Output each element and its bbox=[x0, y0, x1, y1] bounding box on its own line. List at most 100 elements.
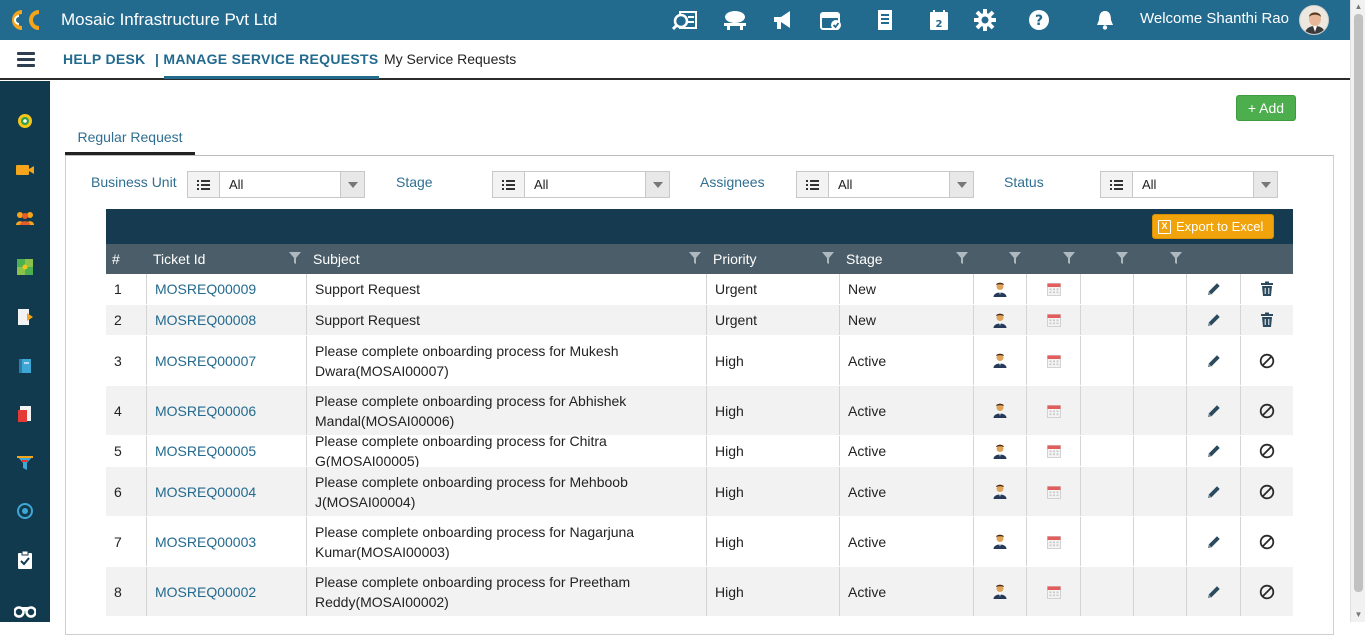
ticket-text[interactable]: MOSREQ00008 bbox=[155, 312, 256, 328]
assignee-icon[interactable] bbox=[993, 534, 1007, 549]
ticket-text[interactable]: MOSREQ00007 bbox=[155, 353, 256, 369]
cell-action[interactable] bbox=[1187, 336, 1241, 385]
avatar[interactable] bbox=[1299, 5, 1329, 35]
cell-action[interactable] bbox=[974, 517, 1027, 566]
cell-action[interactable] bbox=[974, 467, 1027, 516]
assignee-icon[interactable] bbox=[993, 353, 1007, 368]
delete-icon[interactable] bbox=[1260, 281, 1274, 297]
table-row[interactable]: 7 MOSREQ00003 Please complete onboarding p… bbox=[106, 517, 1293, 567]
cell-action[interactable] bbox=[1241, 467, 1293, 516]
chevron-down-icon[interactable] bbox=[1253, 172, 1277, 197]
target-icon[interactable] bbox=[14, 500, 36, 522]
cell-action[interactable] bbox=[974, 336, 1027, 385]
breadcrumb-my-service-requests[interactable]: My Service Requests bbox=[384, 51, 516, 67]
chevron-down-icon[interactable] bbox=[949, 172, 973, 197]
edit-icon[interactable] bbox=[1206, 312, 1222, 328]
edit-icon[interactable] bbox=[1206, 534, 1222, 550]
company-logo[interactable] bbox=[6, 7, 44, 33]
calendar-icon[interactable] bbox=[1046, 354, 1061, 368]
scroll-down-arrow-icon[interactable]: ▼ bbox=[1354, 611, 1363, 619]
calendar-icon[interactable] bbox=[1046, 485, 1061, 499]
cancel-icon[interactable] bbox=[1259, 353, 1275, 369]
page-scrollbar[interactable]: ▲ ▼ bbox=[1350, 0, 1365, 622]
stage-select[interactable]: All bbox=[492, 171, 670, 198]
table-row[interactable]: 5 MOSREQ00005 Please complete onboarding p… bbox=[106, 433, 1293, 469]
cell-action[interactable] bbox=[1241, 336, 1293, 385]
cell-action[interactable] bbox=[1027, 336, 1081, 385]
cell-action[interactable] bbox=[974, 567, 1027, 616]
add-button[interactable]: + Add bbox=[1236, 95, 1296, 121]
report-icon[interactable] bbox=[14, 403, 36, 425]
column-header-ticket-id[interactable]: Ticket Id bbox=[153, 244, 205, 274]
cell-action[interactable] bbox=[1027, 517, 1081, 566]
cell-action[interactable] bbox=[974, 436, 1027, 466]
assignee-icon[interactable] bbox=[993, 444, 1007, 459]
binoculars-icon[interactable] bbox=[14, 599, 36, 621]
export-to-excel-button[interactable]: X Export to Excel bbox=[1152, 214, 1274, 239]
chevron-down-icon[interactable] bbox=[645, 172, 669, 197]
table-row[interactable]: 8 MOSREQ00002 Please complete onboarding p… bbox=[106, 567, 1293, 617]
cell-action[interactable] bbox=[1027, 467, 1081, 516]
cell-ticket[interactable]: MOSREQ00009 bbox=[147, 274, 307, 304]
cell-action[interactable] bbox=[1187, 467, 1241, 516]
cell-ticket[interactable]: MOSREQ00004 bbox=[147, 467, 307, 516]
assignees-select[interactable]: All bbox=[796, 171, 974, 198]
cell-action[interactable] bbox=[1027, 567, 1081, 616]
cell-action[interactable] bbox=[974, 386, 1027, 435]
filter-icon[interactable] bbox=[1009, 252, 1021, 264]
cell-action[interactable] bbox=[1241, 305, 1293, 335]
cell-action[interactable] bbox=[1187, 517, 1241, 566]
cell-action[interactable] bbox=[1027, 386, 1081, 435]
chevron-down-icon[interactable] bbox=[340, 172, 364, 197]
filter-icon[interactable] bbox=[822, 252, 834, 264]
cancel-icon[interactable] bbox=[1259, 403, 1275, 419]
filter-icon[interactable] bbox=[689, 252, 701, 264]
calendar-icon[interactable]: 2 bbox=[924, 6, 954, 34]
edit-icon[interactable] bbox=[1206, 353, 1222, 369]
announcement-icon[interactable] bbox=[768, 6, 798, 34]
assignee-icon[interactable] bbox=[993, 313, 1007, 328]
calendar-icon[interactable] bbox=[1046, 535, 1061, 549]
assignee-icon[interactable] bbox=[993, 484, 1007, 499]
help-icon[interactable]: ? bbox=[1024, 6, 1054, 34]
filter-icon[interactable] bbox=[1170, 252, 1182, 264]
search-report-icon[interactable] bbox=[670, 6, 700, 34]
cell-action[interactable] bbox=[1027, 274, 1081, 304]
cancel-icon[interactable] bbox=[1259, 484, 1275, 500]
cell-action[interactable] bbox=[1241, 274, 1293, 304]
cell-action[interactable] bbox=[974, 305, 1027, 335]
filter-icon[interactable] bbox=[956, 252, 968, 264]
cell-ticket[interactable]: MOSREQ00007 bbox=[147, 336, 307, 385]
cell-ticket[interactable]: MOSREQ00005 bbox=[147, 436, 307, 466]
bell-icon[interactable] bbox=[1090, 6, 1120, 34]
scroll-thumb[interactable] bbox=[1354, 14, 1363, 592]
clipboard-icon[interactable] bbox=[14, 549, 36, 571]
filter-icon[interactable] bbox=[1063, 252, 1075, 264]
ticket-text[interactable]: MOSREQ00006 bbox=[155, 403, 256, 419]
funnel-icon[interactable] bbox=[14, 452, 36, 474]
cancel-icon[interactable] bbox=[1259, 443, 1275, 459]
table-row[interactable]: 1 MOSREQ00009 Support Request Urgent New bbox=[106, 274, 1293, 305]
cell-ticket[interactable]: MOSREQ00003 bbox=[147, 517, 307, 566]
book-icon[interactable] bbox=[14, 355, 36, 377]
cell-ticket[interactable]: MOSREQ00008 bbox=[147, 305, 307, 335]
cell-action[interactable] bbox=[1241, 567, 1293, 616]
edit-icon[interactable] bbox=[1206, 281, 1222, 297]
edit-icon[interactable] bbox=[1206, 443, 1222, 459]
hamburger-menu-icon[interactable] bbox=[17, 52, 35, 68]
ticket-text[interactable]: MOSREQ00003 bbox=[155, 534, 256, 550]
calendar-icon[interactable] bbox=[1046, 404, 1061, 418]
cell-action[interactable] bbox=[974, 274, 1027, 304]
ticket-text[interactable]: MOSREQ00005 bbox=[155, 443, 256, 459]
feedback-icon[interactable] bbox=[720, 6, 750, 34]
status-select[interactable]: All bbox=[1100, 171, 1278, 198]
column-header-priority[interactable]: Priority bbox=[713, 244, 757, 274]
column-header-subject[interactable]: Subject bbox=[313, 244, 360, 274]
tab-regular-request[interactable]: Regular Request bbox=[65, 124, 195, 155]
filter-icon[interactable] bbox=[289, 252, 301, 264]
puzzle-icon[interactable] bbox=[14, 256, 36, 278]
table-row[interactable]: 6 MOSREQ00004 Please complete onboarding p… bbox=[106, 467, 1293, 517]
assignee-icon[interactable] bbox=[993, 282, 1007, 297]
column-header-stage[interactable]: Stage bbox=[846, 244, 883, 274]
calendar-icon[interactable] bbox=[1046, 444, 1061, 458]
